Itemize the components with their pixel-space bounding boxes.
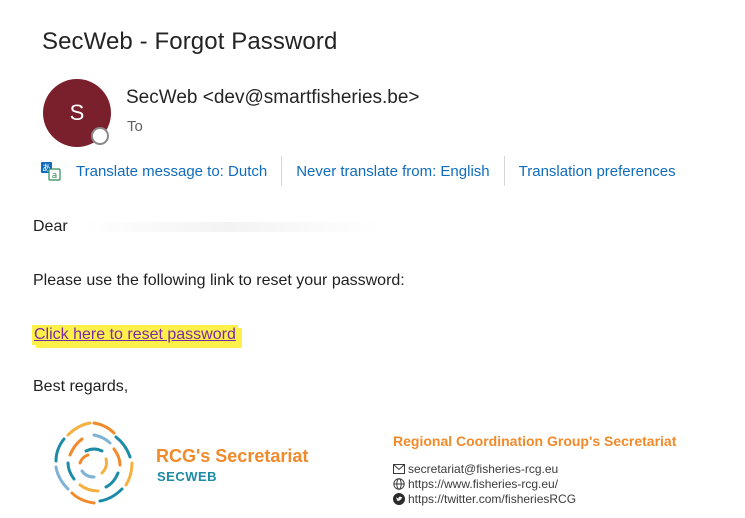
svg-text:a: a [52,171,58,181]
translation-preferences-link[interactable]: Translation preferences [519,163,676,180]
to-label: To [127,118,143,135]
sender-name[interactable]: SecWeb <dev@smartfisheries.be> [126,87,420,109]
signature-group-title: Regional Coordination Group's Secretaria… [393,433,677,449]
divider [281,156,283,186]
envelope-icon [393,463,405,475]
avatar-initial: S [69,100,85,125]
presence-status-icon [91,127,109,145]
reset-password-link[interactable]: Click here to reset password [32,325,238,345]
signature-website-line[interactable]: https://www.fisheries-rcg.eu/ [393,477,558,491]
email-subject: SecWeb - Forgot Password [42,28,338,55]
signature-email[interactable]: secretariat@fisheries-rcg.eu [408,462,558,476]
instruction-text: Please use the following link to reset y… [33,272,405,289]
signature-twitter[interactable]: https://twitter.com/fisheriesRCG [408,492,576,506]
rcg-logo-subtitle: SECWEB [157,469,218,484]
signature-email-line[interactable]: secretariat@fisheries-rcg.eu [393,462,558,476]
translate-message-link[interactable]: Translate message to: Dutch [76,163,267,180]
signature-twitter-line[interactable]: https://twitter.com/fisheriesRCG [393,492,576,506]
divider [503,156,505,186]
signature-website[interactable]: https://www.fisheries-rcg.eu/ [408,477,558,491]
translate-icon: あ a [40,160,62,182]
never-translate-link[interactable]: Never translate from: English [296,163,489,180]
globe-icon [393,478,405,490]
rcg-logo-title: RCG's Secretariat [156,446,309,466]
greeting-text: Dear [33,218,68,235]
redacted-recipient-name [80,222,380,232]
email-reading-pane: SecWeb - Forgot Password S SecWeb <dev@s… [0,0,745,518]
rcg-logo-icon [44,415,144,509]
closing-text: Best regards, [33,378,129,395]
translation-bar: あ a Translate message to: Dutch Never tr… [40,155,676,187]
twitter-icon [393,493,405,505]
